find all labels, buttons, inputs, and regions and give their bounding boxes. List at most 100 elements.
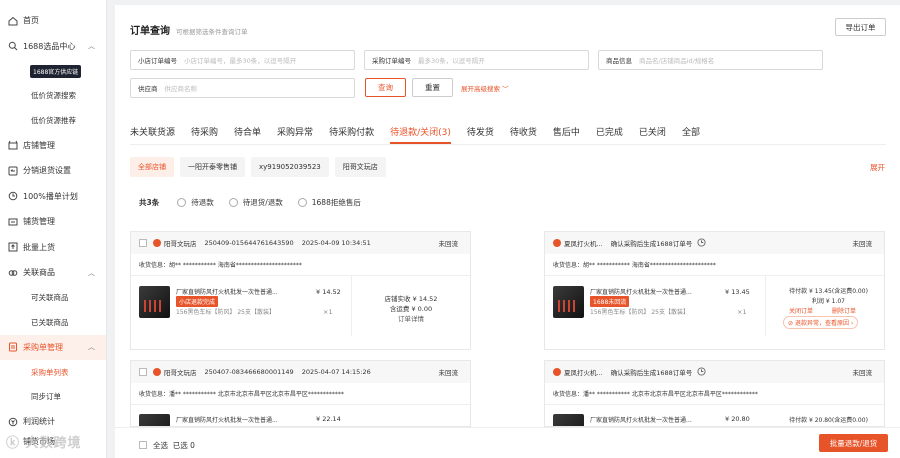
supplier-input[interactable]: 供应商名称 bbox=[165, 83, 315, 93]
order-card: 阳哥文玩店 250409-015644761643590 2025-04-09 … bbox=[130, 231, 471, 350]
shop-chip[interactable]: 一阳开泰零售铺 bbox=[180, 157, 245, 177]
bulk-refund-button[interactable]: 批量退款/退货 bbox=[819, 434, 888, 452]
sync-status: 未回流 bbox=[438, 240, 459, 248]
order-number: 250407-083466680001149 bbox=[204, 368, 294, 376]
order-body: 厂家直销防风打火机批发一次性普通... ¥ 20.80 待付款 ¥ 20.80(… bbox=[545, 405, 884, 426]
sidebar-item-purchase[interactable]: 采购单管理 ︿ bbox=[0, 334, 106, 360]
radio-pending-return[interactable]: 待退货/退款 bbox=[228, 197, 283, 208]
purchase-card: 夏凤打火机... 确认采购后生成1688订单号 未回流 收货信息：胡** ***… bbox=[544, 231, 885, 350]
tab-all[interactable]: 全部 bbox=[682, 125, 700, 144]
tab-purchase-error[interactable]: 采购异常 bbox=[277, 125, 313, 144]
home-icon bbox=[8, 16, 18, 26]
order-time: 2025-04-07 14:15:26 bbox=[301, 368, 371, 376]
chevron-up-icon: ︿ bbox=[88, 268, 95, 277]
product-thumbnail[interactable] bbox=[553, 286, 584, 318]
sidebar-sub-1688-official[interactable]: 1688官方供应链 bbox=[0, 59, 106, 84]
product-name[interactable]: 厂家直销防风打火机批发一次性普通... bbox=[590, 287, 692, 296]
product-info-input[interactable]: 商品名/店铺商品id/规格名 bbox=[639, 55, 789, 65]
tab-to-purchase[interactable]: 待采购 bbox=[191, 125, 218, 144]
shop-order-no-field[interactable]: 小店订单编号 小店订单编号，最多30条，以逗号隔开 bbox=[130, 50, 355, 70]
product-price: ¥ 13.45 bbox=[725, 288, 750, 296]
sidebar-item-profit[interactable]: 利润统计 bbox=[0, 409, 106, 435]
sidebar-item-return-settings[interactable]: 分销退货设置 bbox=[0, 158, 106, 184]
pending-payment: 待付款 ¥ 13.45(含运费0.00) bbox=[789, 288, 868, 295]
shop-name: 阳哥文玩店 bbox=[164, 369, 197, 377]
product-price: ¥ 14.52 bbox=[316, 288, 341, 296]
order-detail-link[interactable]: 订单详情 bbox=[361, 313, 461, 323]
order-checkbox[interactable] bbox=[139, 368, 147, 376]
shop-chip[interactable]: 阳哥文玩店 bbox=[334, 157, 386, 177]
radio-1688-refused[interactable]: 1688拒绝售后 bbox=[297, 197, 361, 208]
upload-icon bbox=[8, 242, 18, 252]
shop-chip-all[interactable]: 全部店铺 bbox=[130, 157, 174, 177]
expand-shops-link[interactable]: 展开 bbox=[870, 162, 885, 173]
receiver-info: 收货信息：胡** *********** 海南省****************… bbox=[131, 254, 470, 276]
query-button[interactable]: 查询 bbox=[365, 78, 406, 97]
product-thumbnail[interactable] bbox=[139, 286, 170, 318]
product-price: ¥ 20.80 bbox=[725, 415, 750, 423]
select-all-checkbox[interactable] bbox=[139, 441, 147, 449]
sidebar-sub-linked[interactable]: 已关联商品 bbox=[0, 310, 106, 335]
refund-error-link[interactable]: ⊘ 退款异常，查看原因 › bbox=[783, 316, 859, 329]
advanced-search-toggle[interactable]: 展开高级搜索 ﹀ bbox=[461, 83, 509, 93]
divider bbox=[351, 276, 352, 336]
order-number: 确认采购后生成1688订单号 bbox=[610, 369, 693, 377]
sidebar-item-store[interactable]: 店铺管理 bbox=[0, 133, 106, 159]
sync-status-badge: 1688未回流 bbox=[590, 296, 630, 307]
product-thumbnail[interactable] bbox=[139, 414, 170, 426]
product-spec: 156黑色车标【防风】 25支【散装】 bbox=[176, 309, 275, 316]
tab-closed[interactable]: 已关闭 bbox=[639, 125, 666, 144]
tab-to-receive[interactable]: 待收货 bbox=[510, 125, 537, 144]
radio-pending-refund[interactable]: 待退款 bbox=[177, 197, 214, 208]
supplier-field[interactable]: 供应商 供应商名称 bbox=[130, 78, 355, 98]
sidebar-sub-low-price-search[interactable]: 低价货源搜索 bbox=[0, 84, 106, 109]
order-checkbox[interactable] bbox=[139, 239, 147, 247]
sidebar-item-plan[interactable]: 100%播单计划 bbox=[0, 184, 106, 210]
export-orders-button[interactable]: 导出订单 bbox=[835, 18, 886, 36]
supplier-logo-icon bbox=[553, 368, 561, 376]
tab-completed[interactable]: 已完成 bbox=[596, 125, 623, 144]
return-icon bbox=[8, 166, 18, 176]
sidebar-sub-sync-orders[interactable]: 同步订单 bbox=[0, 385, 106, 410]
product-name[interactable]: 厂家直销防风打火机批发一次性普通... bbox=[176, 287, 278, 296]
tab-to-ship[interactable]: 待发货 bbox=[467, 125, 494, 144]
sidebar-item-distribute[interactable]: 铺货管理 bbox=[0, 209, 106, 235]
chevron-up-icon: ︿ bbox=[88, 343, 95, 352]
order-body: 厂家直销防风打火机批发一次性普通... 1688未回流 156黑色车标【防风】 … bbox=[545, 276, 884, 336]
sidebar-item-link-products[interactable]: 关联商品 ︿ bbox=[0, 260, 106, 286]
sidebar-sub-linkable[interactable]: 可关联商品 bbox=[0, 286, 106, 311]
delete-order-link[interactable]: 删除订单 bbox=[832, 306, 856, 315]
tab-unlinked[interactable]: 未关联货源 bbox=[130, 125, 175, 144]
shop-chip[interactable]: xy919052039523 bbox=[251, 157, 329, 177]
sidebar-sub-purchase-list[interactable]: 采购单列表 bbox=[0, 360, 106, 385]
purchase-order-no-input[interactable]: 最多30条，以逗号隔开 bbox=[418, 55, 568, 65]
tab-after-sales[interactable]: 售后中 bbox=[553, 125, 580, 144]
product-name[interactable]: 厂家直销防风打火机批发一次性普通... bbox=[176, 415, 278, 424]
product-name[interactable]: 厂家直销防风打火机批发一次性普通... bbox=[590, 415, 692, 424]
sidebar-item-1688-center[interactable]: 1688选品中心 ︿ bbox=[0, 34, 106, 60]
tab-to-pay[interactable]: 待采购付款 bbox=[329, 125, 374, 144]
product-qty: ×1 bbox=[737, 308, 747, 316]
sidebar-sub-low-price-recommend[interactable]: 低价货源推荐 bbox=[0, 108, 106, 133]
shop-order-no-input[interactable]: 小店订单编号，最多30条，以逗号隔开 bbox=[184, 55, 334, 65]
supplier-name: 夏凤打火机... bbox=[564, 369, 603, 377]
purchase-order-no-field[interactable]: 采购订单编号 最多30条，以逗号隔开 bbox=[364, 50, 589, 70]
order-body: 厂家直销防风打火机批发一次性普通... 小店退款完成 156黑色车标【防风】 2… bbox=[131, 276, 470, 336]
pending-payment: 待付款 ¥ 20.80(含运费0.00) bbox=[789, 417, 868, 424]
close-order-link[interactable]: 关闭订单 bbox=[789, 306, 813, 315]
reset-button[interactable]: 重置 bbox=[412, 78, 453, 97]
order-card: 阳哥文玩店 250407-083466680001149 2025-04-07 … bbox=[130, 360, 471, 427]
order-card-header: 夏凤打火机... 确认采购后生成1688订单号 未回流 bbox=[545, 361, 884, 383]
sidebar-item-label: 1688选品中心 bbox=[23, 41, 76, 51]
page-header: 订单查询 可根据筛选条件查询订单 bbox=[130, 22, 248, 37]
sync-status: 未回流 bbox=[852, 240, 873, 248]
product-thumbnail[interactable] bbox=[553, 414, 584, 426]
main-panel: 订单查询 可根据筛选条件查询订单 导出订单 小店订单编号 小店订单编号，最多30… bbox=[115, 5, 900, 458]
sidebar: 首页 1688选品中心 ︿ 1688官方供应链 低价货源搜索 低价货源推荐 店铺… bbox=[0, 0, 107, 458]
sidebar-item-home[interactable]: 首页 bbox=[0, 8, 106, 34]
product-info-field[interactable]: 商品信息 商品名/店铺商品id/规格名 bbox=[598, 50, 823, 70]
tab-refund-closed[interactable]: 待退款/关闭(3) bbox=[390, 125, 451, 144]
shop-logo-icon bbox=[153, 368, 161, 376]
tab-to-merge[interactable]: 待合单 bbox=[234, 125, 261, 144]
sidebar-item-upload[interactable]: 批量上货 bbox=[0, 235, 106, 261]
